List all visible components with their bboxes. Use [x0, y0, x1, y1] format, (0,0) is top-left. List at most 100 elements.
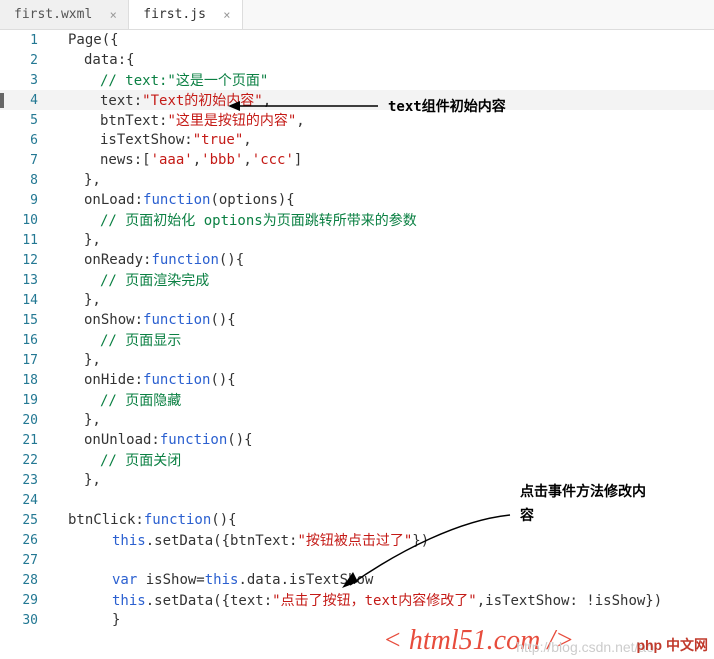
code-text: .data.isTextShow	[238, 572, 373, 588]
code-text: (){	[227, 432, 252, 448]
code-string: "按钮被点击过了"	[297, 533, 412, 549]
code-text: (){	[210, 372, 235, 388]
code-keyword: function	[144, 512, 211, 528]
code-string: "true"	[193, 132, 244, 148]
code-text: onShow:	[84, 312, 143, 328]
line-number: 10	[0, 213, 52, 228]
line-number: 30	[0, 613, 52, 628]
tab-bar: first.wxml × first.js ×	[0, 0, 714, 30]
code-text: news:[	[100, 152, 151, 168]
code-text: isTextShow:	[100, 132, 193, 148]
code-keyword: this	[112, 593, 146, 609]
line-number: 26	[0, 533, 52, 548]
code-keyword: this	[205, 572, 239, 588]
code-text: ,isTextShow: !isShow})	[477, 593, 662, 609]
annotation-line: 容	[520, 504, 646, 528]
code-text: text:	[100, 93, 142, 109]
code-text: })	[412, 533, 429, 549]
code-text: ]	[294, 152, 302, 168]
line-number: 12	[0, 253, 52, 268]
code-text: ,	[296, 113, 304, 129]
code-comment: // 页面隐藏	[100, 393, 181, 409]
code-comment: // 页面初始化 options为页面跳转所带来的参数	[100, 213, 417, 229]
code-keyword: function	[151, 252, 218, 268]
line-number: 11	[0, 233, 52, 248]
code-text: btnClick:	[68, 512, 144, 528]
code-text: ,	[243, 152, 251, 168]
annotation-line: 点击事件方法修改内	[520, 480, 646, 504]
code-keyword: this	[112, 533, 146, 549]
line-number: 23	[0, 473, 52, 488]
line-number: 27	[0, 553, 52, 568]
code-text: ,	[263, 93, 271, 109]
tab-first-wxml[interactable]: first.wxml ×	[0, 0, 129, 29]
code-string: "点击了按钮，text内容修改了"	[272, 593, 477, 609]
line-number: 29	[0, 593, 52, 608]
code-comment: // text:"这是一个页面"	[100, 73, 268, 89]
code-text: onReady:	[84, 252, 151, 268]
code-string: 'ccc'	[252, 152, 294, 168]
code-text: },	[84, 292, 101, 308]
code-string: 'bbb'	[201, 152, 243, 168]
code-area[interactable]: 1Page({ 2data:{ 3// text:"这是一个页面" 4text:…	[0, 30, 714, 630]
code-string: "这里是按钮的内容"	[167, 113, 296, 129]
code-comment: // 页面渲染完成	[100, 273, 209, 289]
code-keyword: function	[160, 432, 227, 448]
code-keyword: function	[143, 192, 210, 208]
line-number: 28	[0, 573, 52, 588]
line-number: 9	[0, 193, 52, 208]
line-number: 25	[0, 513, 52, 528]
code-keyword: function	[143, 312, 210, 328]
code-text: data:{	[84, 52, 135, 68]
code-text: onUnload:	[84, 432, 160, 448]
line-number: 24	[0, 493, 52, 508]
code-comment: // 页面显示	[100, 333, 181, 349]
code-text: (){	[211, 512, 236, 528]
code-keyword: function	[143, 372, 210, 388]
tab-first-js[interactable]: first.js ×	[129, 0, 243, 29]
code-text: }	[112, 612, 120, 628]
line-number: 20	[0, 413, 52, 428]
tab-label: first.js	[143, 7, 206, 22]
code-comment: // 页面关闭	[100, 453, 181, 469]
code-string: 'aaa'	[151, 152, 193, 168]
code-text: .setData({btnText:	[146, 533, 298, 549]
code-text: (){	[219, 252, 244, 268]
code-text: },	[84, 172, 101, 188]
code-text: },	[84, 352, 101, 368]
code-text: onLoad:	[84, 192, 143, 208]
code-keyword: var	[112, 572, 137, 588]
line-number: 6	[0, 133, 52, 148]
code-text: (){	[210, 312, 235, 328]
code-string: "Text的初始内容"	[142, 93, 263, 109]
watermark-php: php 中文网	[636, 635, 708, 655]
line-number: 16	[0, 333, 52, 348]
line-number: 19	[0, 393, 52, 408]
code-text: btnText:	[100, 113, 167, 129]
line-number: 18	[0, 373, 52, 388]
close-icon[interactable]: ×	[220, 8, 234, 22]
code-text: .setData({text:	[146, 593, 272, 609]
line-number: 14	[0, 293, 52, 308]
code-text: },	[84, 232, 101, 248]
line-number: 5	[0, 113, 52, 128]
code-text: },	[84, 412, 101, 428]
line-number: 2	[0, 53, 52, 68]
tab-label: first.wxml	[14, 7, 92, 22]
line-number: 8	[0, 173, 52, 188]
annotation-click-event: 点击事件方法修改内 容	[520, 480, 646, 528]
code-text: isShow=	[137, 572, 204, 588]
line-number: 17	[0, 353, 52, 368]
code-text: ,	[193, 152, 201, 168]
code-text: onHide:	[84, 372, 143, 388]
line-number: 21	[0, 433, 52, 448]
line-number: 1	[0, 33, 52, 48]
code-text: ,	[243, 132, 251, 148]
watermark-csdn: http://blog.csdn.net/ao	[516, 639, 654, 655]
code-text: Page({	[68, 32, 119, 48]
close-icon[interactable]: ×	[106, 8, 120, 22]
line-number: 22	[0, 453, 52, 468]
line-number: 7	[0, 153, 52, 168]
line-number: 3	[0, 73, 52, 88]
line-number: 13	[0, 273, 52, 288]
